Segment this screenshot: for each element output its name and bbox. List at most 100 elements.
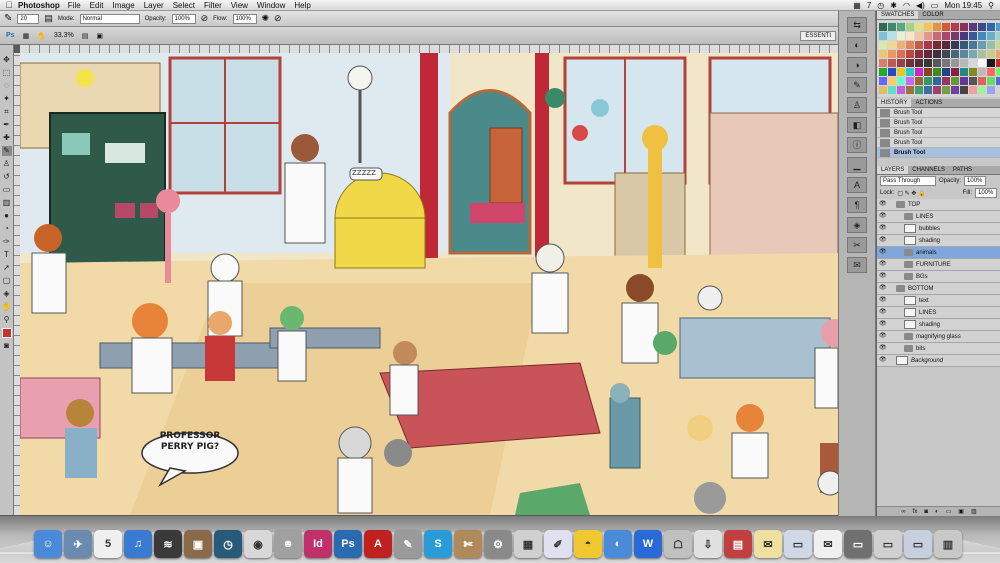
dock-automator-icon[interactable]: ☖ [664,530,692,558]
dock-textedit-icon[interactable]: ✐ [544,530,572,558]
layer-row[interactable]: 👁 magnifying glass [877,331,1000,343]
quick-mask-icon[interactable]: ◙ [2,341,12,351]
battery-icon[interactable]: ▭ [931,1,939,10]
dodge-tool-icon[interactable]: ◔ [2,224,12,234]
brush-presets-icon[interactable]: ✎ [847,77,867,93]
layer-row[interactable]: 👁 shading [877,235,1000,247]
menu-help[interactable]: Help [294,1,310,10]
swatch[interactable] [996,50,1000,58]
layer-row[interactable]: 👁 TOP [877,199,1000,211]
dock-indesign-icon[interactable]: Id [304,530,332,558]
swatch[interactable] [969,68,977,76]
hand-view-icon[interactable]: ✋ [37,32,46,40]
tab-paths[interactable]: PATHS [949,166,976,174]
swatch[interactable] [906,32,914,40]
swatch[interactable] [951,59,959,67]
swatch[interactable] [924,77,932,85]
screen-mode-icon[interactable]: ▣ [96,32,103,40]
new-layer-icon[interactable]: ▣ [958,508,964,515]
swatch[interactable] [942,23,950,31]
swatch[interactable] [897,32,905,40]
menu-view[interactable]: View [231,1,248,10]
bridge-icon[interactable]: ▦ [23,32,30,40]
lasso-tool-icon[interactable]: ◌ [2,81,12,91]
character-icon[interactable]: A [847,177,867,193]
dock-ical-icon[interactable]: 5 [94,530,122,558]
swatch[interactable] [915,32,923,40]
swatch[interactable] [879,32,887,40]
spotlight-icon[interactable]: ⚲ [988,1,994,10]
visibility-eye-icon[interactable]: 👁 [879,297,887,304]
menu-edit[interactable]: Edit [90,1,104,10]
swatch[interactable] [915,50,923,58]
swatch[interactable] [969,23,977,31]
swatch[interactable] [888,59,896,67]
dock-preview-icon[interactable]: ✈ [64,530,92,558]
visibility-eye-icon[interactable]: 👁 [879,285,887,292]
link-icon[interactable]: ∞ [901,509,905,515]
swatch[interactable] [978,68,986,76]
wifi-icon[interactable]: ◠ [903,1,910,10]
fx-icon[interactable]: fx [913,509,918,515]
swatch[interactable] [879,59,887,67]
swatch[interactable] [942,50,950,58]
menu-image[interactable]: Image [112,1,134,10]
brush-size[interactable]: 20 [17,13,40,24]
swatch[interactable] [924,23,932,31]
swatch[interactable] [942,77,950,85]
layer-opacity-field[interactable]: 100% [964,176,987,186]
dock-system-prefs-icon[interactable]: ⚙ [484,530,512,558]
menu-window[interactable]: Window [257,1,285,10]
tool-presets-icon[interactable]: ✂ [847,237,867,253]
swatch[interactable] [879,41,887,49]
swatch[interactable] [978,41,986,49]
swatch[interactable] [915,23,923,31]
swatch[interactable] [888,23,896,31]
swatch[interactable] [897,41,905,49]
dock-cyberduck-icon[interactable]: ◓ [574,530,602,558]
swatch[interactable] [888,68,896,76]
swatch[interactable] [906,41,914,49]
swatch[interactable] [978,59,986,67]
visibility-eye-icon[interactable]: 👁 [879,249,887,256]
swatch[interactable] [906,77,914,85]
history-item[interactable]: Brush Tool [877,128,1000,138]
clone-source-icon[interactable]: ♙ [847,97,867,113]
visibility-eye-icon[interactable]: 👁 [879,225,887,232]
layer-row[interactable]: 👁 BGs [877,271,1000,283]
swatch[interactable] [942,68,950,76]
swatch[interactable] [924,50,932,58]
swatch[interactable] [996,77,1000,85]
tab-color[interactable]: COLOR [918,11,947,19]
swatch[interactable] [996,68,1000,76]
layer-row[interactable]: 👁 bubbles [877,223,1000,235]
swatch[interactable] [933,77,941,85]
apple-icon[interactable]:  [0,0,18,10]
swatch[interactable] [906,59,914,67]
history-item[interactable]: Brush Tool [877,108,1000,118]
swatch[interactable] [960,23,968,31]
dock-window-2-icon[interactable]: ▭ [874,530,902,558]
bluetooth-icon[interactable]: ✱ [890,1,897,10]
dock-documents-icon[interactable]: ▭ [784,530,812,558]
visibility-eye-icon[interactable]: 👁 [879,345,887,352]
swatch[interactable] [888,86,896,94]
swatch[interactable] [960,59,968,67]
styles-icon[interactable]: ◈ [847,217,867,233]
brush-panel-icon[interactable]: ▤ [44,13,53,24]
dock-acrobat-icon[interactable]: A [364,530,392,558]
dock-spotify-icon[interactable]: ≋ [154,530,182,558]
swatch[interactable] [987,50,995,58]
arrange-icon[interactable]: ▤ [82,32,89,40]
swatch[interactable] [942,32,950,40]
dock-finder-icon[interactable]: ☺ [34,530,62,558]
dock-notes-icon[interactable]: ✉ [754,530,782,558]
swatch[interactable] [897,77,905,85]
swatch[interactable] [933,32,941,40]
dock-mail-icon[interactable]: ✉ [814,530,842,558]
magic-wand-icon[interactable]: ✦ [2,94,12,104]
swatch[interactable] [915,68,923,76]
visibility-eye-icon[interactable]: 👁 [879,333,887,340]
document-canvas[interactable]: PROFESSOR PERRY PIG? ZZZZZ [20,53,838,515]
swatch[interactable] [906,50,914,58]
